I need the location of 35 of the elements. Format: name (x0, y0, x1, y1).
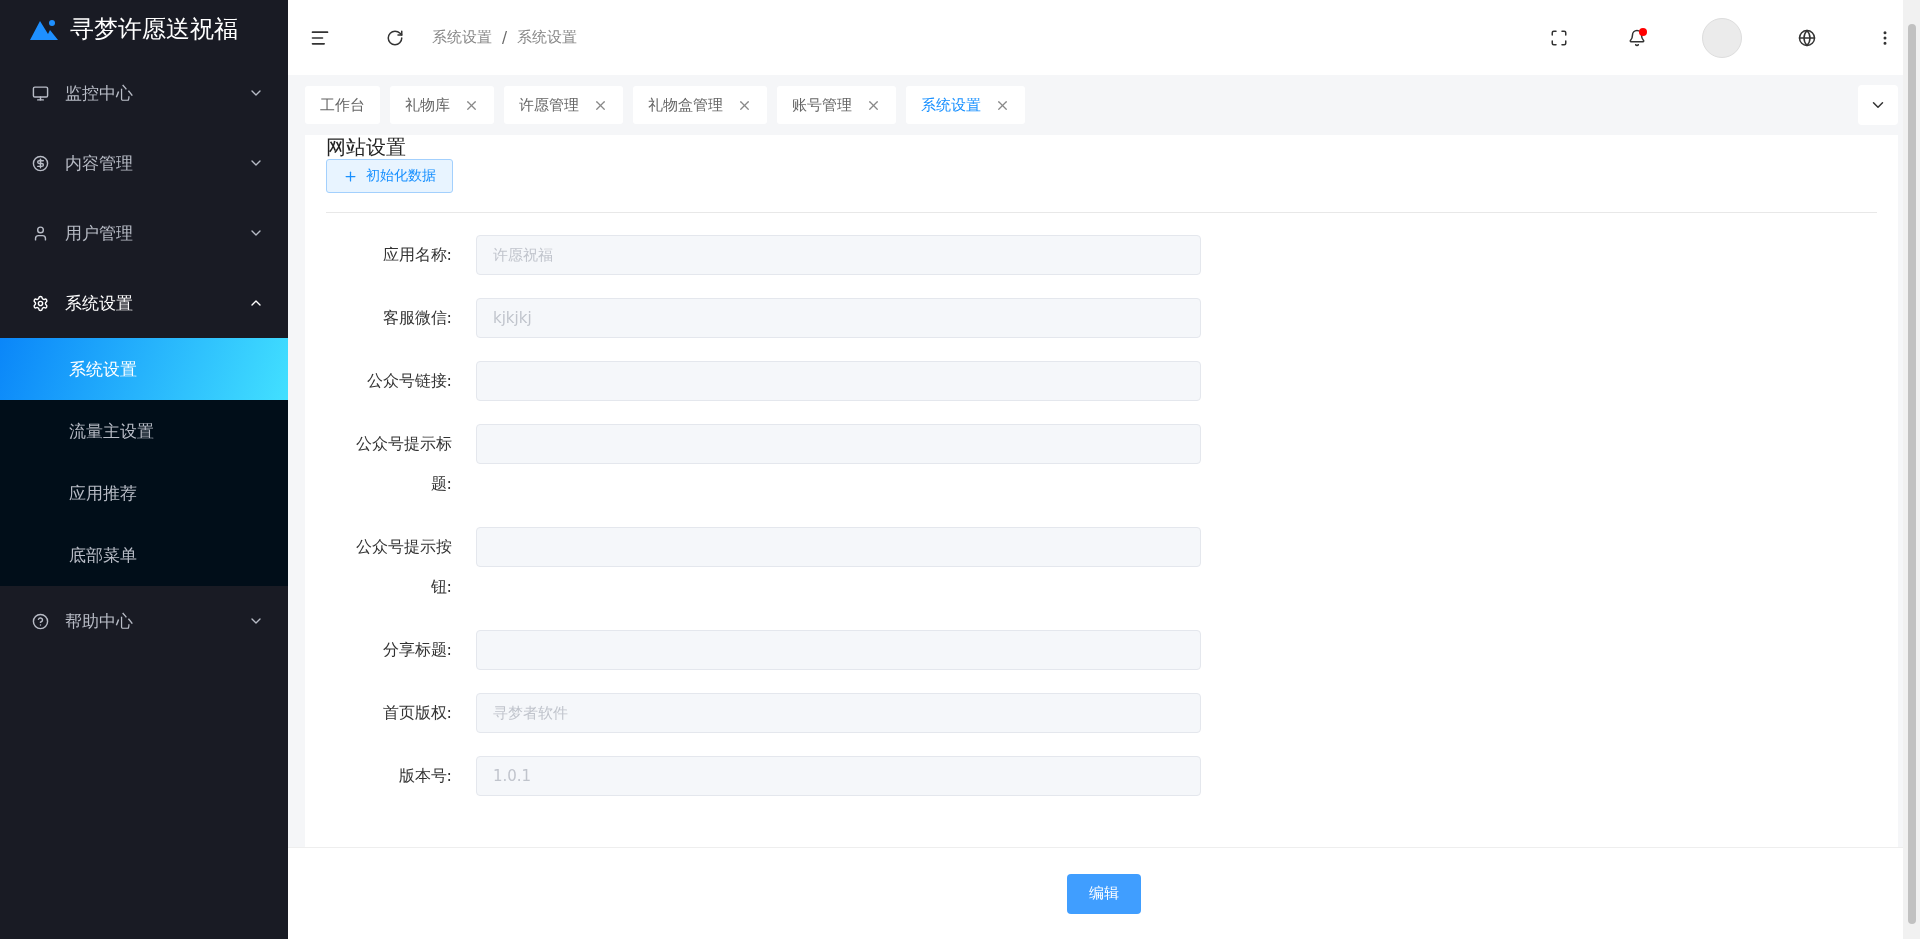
sidebar-submenu-item[interactable]: 应用推荐 (0, 462, 288, 524)
sidebar-menu-item[interactable]: 系统设置 (0, 268, 288, 338)
sidebar-menu-item[interactable]: 监控中心 (0, 58, 288, 128)
scrollbar-thumb[interactable] (1908, 24, 1916, 924)
page-tab[interactable]: 礼物库 (390, 86, 494, 124)
help-icon (32, 612, 49, 630)
plus-icon (343, 168, 358, 184)
field-label: 公众号提示按钮: (355, 536, 452, 598)
settings-icon (32, 294, 49, 312)
page-tab[interactable]: 账号管理 (777, 86, 896, 124)
field-label: 应用名称: (381, 244, 452, 266)
page-tab[interactable]: 工作台 (305, 86, 380, 124)
user-icon (32, 224, 49, 242)
sidebar-menu-item[interactable]: 内容管理 (0, 128, 288, 198)
page-tab[interactable]: 许愿管理 (504, 86, 623, 124)
sidebar-submenu-item[interactable]: 底部菜单 (0, 524, 288, 586)
mountain-logo-icon (30, 18, 58, 40)
breadcrumb-separator: / (502, 28, 508, 47)
breadcrumb-item[interactable]: 系统设置 (432, 28, 492, 47)
field-label: 公众号提示标题: (355, 433, 452, 495)
field-label: 版本号: (397, 765, 452, 787)
page-tab[interactable]: 礼物盒管理 (633, 86, 767, 124)
field-label: 首页版权: (381, 702, 452, 724)
sidebar-menu-item[interactable]: 用户管理 (0, 198, 288, 268)
field-label: 分享标题: (381, 639, 452, 661)
sidebar-menu-item[interactable]: 帮助中心 (0, 586, 288, 656)
breadcrumb-item[interactable]: 系统设置 (517, 28, 578, 47)
field-label: 客服微信: (381, 307, 452, 329)
page-tab[interactable]: 系统设置 (906, 86, 1025, 124)
monitor-icon (32, 84, 49, 102)
dollar-coin-icon (32, 154, 49, 172)
field-label: 公众号链接: (365, 370, 452, 392)
panel-title: 网站设置 (326, 135, 407, 159)
app-title: 寻梦许愿送祝福 (70, 14, 238, 45)
sidebar-submenu-item[interactable]: 流量主设置 (0, 400, 288, 462)
